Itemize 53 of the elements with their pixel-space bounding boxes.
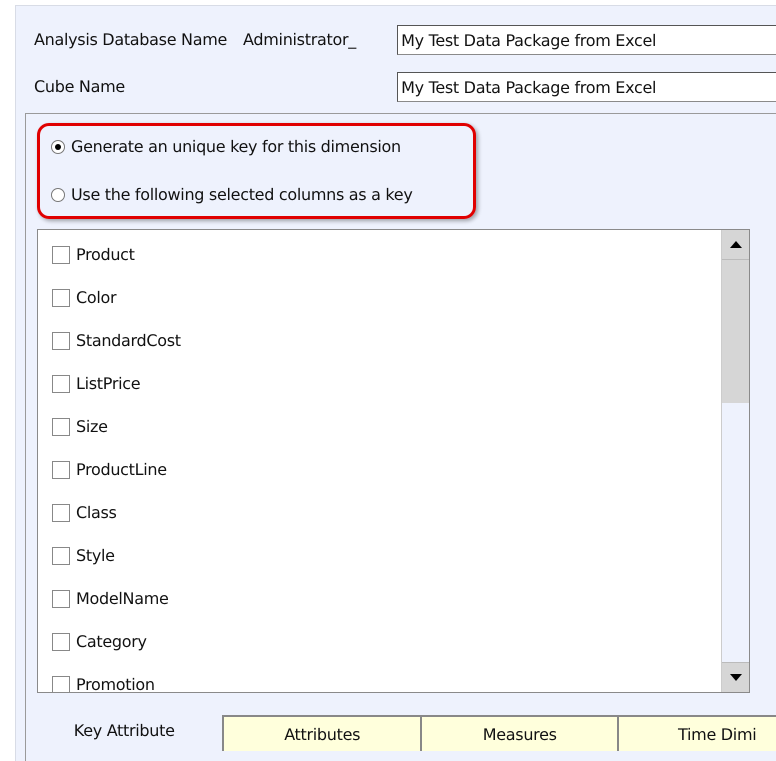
field-label: Analysis Database Name [34, 29, 228, 51]
checkbox-label: ModelName [76, 588, 169, 610]
checkbox-label: Promotion [76, 674, 155, 692]
checkbox[interactable] [52, 461, 70, 479]
field-label: Cube Name [34, 76, 125, 98]
radio-button[interactable] [51, 188, 65, 202]
radio-label: Generate an unique key for this dimension [71, 136, 401, 158]
column-checkbox-item[interactable]: Class [52, 501, 721, 525]
column-checkbox-item[interactable]: Category [52, 630, 721, 654]
column-checkbox-item[interactable]: Style [52, 544, 721, 568]
checkbox[interactable] [52, 246, 70, 264]
text-field[interactable]: My Test Data Package from Excel [397, 72, 776, 102]
tab[interactable]: Attributes [222, 715, 420, 751]
tab[interactable]: Measures [420, 715, 618, 751]
checkbox-label: StandardCost [76, 330, 181, 352]
column-checkbox-item[interactable]: Size [52, 415, 721, 439]
checkbox-label: Category [76, 631, 147, 653]
checkbox[interactable] [52, 676, 70, 692]
down-arrow-icon [730, 674, 742, 681]
checkbox-label: ProductLine [76, 459, 167, 481]
scrollbar[interactable] [721, 230, 749, 692]
radio-button[interactable] [51, 140, 65, 154]
checkbox[interactable] [52, 547, 70, 565]
column-checkbox-item[interactable]: Product [52, 243, 721, 267]
field-label: Administrator_ [243, 29, 356, 51]
radio-option[interactable]: Use the following selected columns as a key [51, 183, 476, 207]
checkbox-label: ListPrice [76, 373, 140, 395]
column-checkbox-item[interactable]: ProductLine [52, 458, 721, 482]
checkbox[interactable] [52, 375, 70, 393]
checkbox[interactable] [52, 504, 70, 522]
up-arrow-icon [730, 241, 742, 248]
column-checkbox-item[interactable]: ListPrice [52, 372, 721, 396]
checkbox[interactable] [52, 332, 70, 350]
checkbox[interactable] [52, 590, 70, 608]
column-checkbox-item[interactable]: StandardCost [52, 329, 721, 353]
column-checkbox-item[interactable]: Color [52, 286, 721, 310]
tab[interactable]: Time Dimi [617, 715, 776, 751]
radio-option[interactable]: Generate an unique key for this dimension [51, 135, 476, 159]
checkbox[interactable] [52, 633, 70, 651]
column-checkbox-item[interactable]: ModelName [52, 587, 721, 611]
scroll-up-button[interactable] [722, 230, 749, 260]
column-checkbox-item[interactable]: Promotion [52, 673, 721, 692]
text-field[interactable]: My Test Data Package from Excel [397, 25, 776, 55]
scroll-down-button[interactable] [722, 662, 749, 692]
scroll-thumb[interactable] [722, 260, 749, 403]
checkbox-label: Size [76, 416, 108, 438]
checkbox-label: Style [76, 545, 115, 567]
checkbox-label: Product [76, 244, 135, 266]
checkbox-label: Color [76, 287, 116, 309]
checkbox[interactable] [52, 289, 70, 307]
radio-label: Use the following selected columns as a key [71, 184, 413, 206]
checkbox[interactable] [52, 418, 70, 436]
checkbox-label: Class [76, 502, 117, 524]
